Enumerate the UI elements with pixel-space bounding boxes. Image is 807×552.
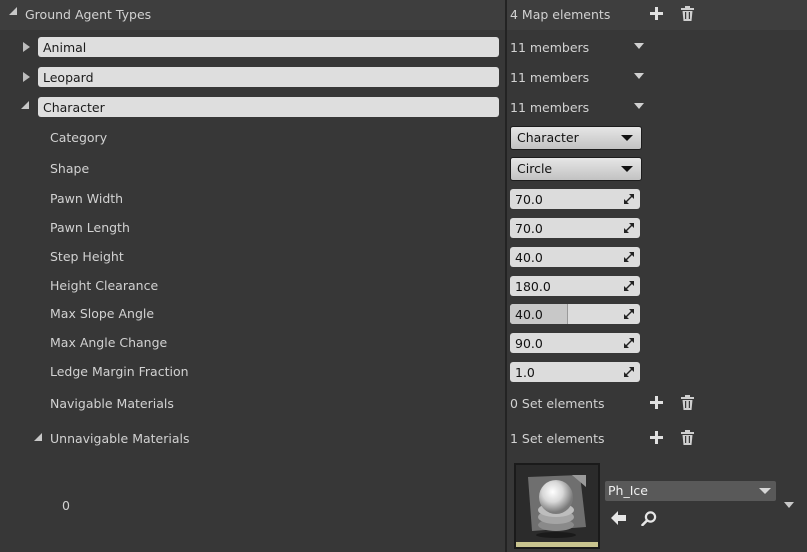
pawn-length-field[interactable]: 70.0 (510, 218, 640, 238)
navigable-materials-label: Navigable Materials (50, 396, 174, 411)
pawn-width-value: 70.0 (515, 192, 543, 207)
element-dropdown-icon[interactable] (784, 502, 794, 508)
map-key-text: Character (43, 100, 105, 115)
map-key-field[interactable]: Character (38, 97, 499, 117)
browse-search-icon[interactable] (641, 511, 657, 526)
expand-arrow-icon[interactable] (23, 42, 30, 52)
collapse-arrow-icon[interactable] (21, 101, 29, 109)
map-key-text: Animal (43, 40, 87, 55)
asset-thumbnail[interactable] (514, 463, 600, 549)
max-slope-angle-value: 40.0 (515, 307, 543, 322)
step-height-field[interactable]: 40.0 (510, 247, 640, 267)
use-selected-arrow-icon[interactable] (611, 511, 627, 525)
element-index: 0 (62, 498, 70, 513)
pawn-width-field[interactable]: 70.0 (510, 189, 640, 209)
resize-grip-icon (624, 223, 634, 233)
max-slope-angle-label: Max Slope Angle (50, 306, 155, 321)
expand-arrow-icon[interactable] (23, 72, 30, 82)
step-height-value: 40.0 (515, 250, 543, 265)
trash-icon[interactable] (681, 430, 694, 445)
trash-icon[interactable] (681, 6, 694, 21)
resize-grip-icon (624, 309, 634, 319)
pawn-length-label: Pawn Length (50, 220, 130, 235)
column-splitter[interactable] (505, 0, 507, 552)
height-clearance-field[interactable]: 180.0 (510, 276, 640, 296)
plus-icon[interactable] (650, 7, 663, 20)
map-key-field[interactable]: Leopard (38, 67, 499, 87)
plus-icon[interactable] (650, 396, 663, 409)
members-dropdown-icon[interactable] (634, 43, 644, 49)
members-count: 11 members (510, 100, 590, 115)
shape-label: Shape (50, 161, 90, 176)
ledge-margin-fraction-label: Ledge Margin Fraction (50, 364, 189, 379)
category-label: Category (50, 130, 108, 145)
dropdown-arrow-icon (621, 135, 633, 141)
resize-grip-icon (624, 367, 634, 377)
physical-material-sphere-icon (528, 475, 586, 538)
unnavigable-materials-label: Unnavigable Materials (50, 431, 190, 446)
unnavigable-materials-count: 1 Set elements (510, 431, 605, 446)
trash-icon[interactable] (681, 395, 694, 410)
resize-grip-icon (624, 252, 634, 262)
max-angle-change-field[interactable]: 90.0 (510, 333, 640, 353)
collapse-arrow-icon[interactable] (9, 7, 17, 15)
resize-grip-icon (624, 281, 634, 291)
members-count: 11 members (510, 70, 590, 85)
height-clearance-label: Height Clearance (50, 278, 159, 293)
asset-type-color-bar (516, 542, 598, 547)
ledge-margin-fraction-value: 1.0 (515, 365, 535, 380)
dropdown-arrow-icon (621, 166, 633, 172)
category-dropdown[interactable]: Character (510, 126, 642, 150)
map-key-text: Leopard (43, 70, 94, 85)
resize-grip-icon (624, 338, 634, 348)
asset-name: Ph_Ice (608, 483, 648, 498)
asset-picker-dropdown[interactable]: Ph_Ice (605, 481, 776, 501)
max-slope-angle-slider[interactable]: 40.0 (510, 304, 640, 324)
property-title: Ground Agent Types (25, 7, 152, 22)
members-dropdown-icon[interactable] (634, 103, 644, 109)
step-height-label: Step Height (50, 249, 124, 264)
ledge-margin-fraction-field[interactable]: 1.0 (510, 362, 640, 382)
shape-dropdown[interactable]: Circle (510, 157, 642, 181)
max-angle-change-label: Max Angle Change (50, 335, 168, 350)
members-dropdown-icon[interactable] (634, 73, 644, 79)
resize-grip-icon (624, 194, 634, 204)
pawn-width-label: Pawn Width (50, 191, 124, 206)
plus-icon[interactable] (650, 431, 663, 444)
map-key-field[interactable]: Animal (38, 37, 499, 57)
dropdown-arrow-icon (759, 488, 771, 494)
map-elements-count: 4 Map elements (510, 7, 611, 22)
pawn-length-value: 70.0 (515, 221, 543, 236)
max-angle-change-value: 90.0 (515, 336, 543, 351)
category-value: Character (517, 130, 579, 145)
collapse-arrow-icon[interactable] (34, 433, 42, 441)
members-count: 11 members (510, 40, 590, 55)
shape-value: Circle (517, 161, 553, 176)
navigable-materials-count: 0 Set elements (510, 396, 605, 411)
height-clearance-value: 180.0 (515, 279, 551, 294)
